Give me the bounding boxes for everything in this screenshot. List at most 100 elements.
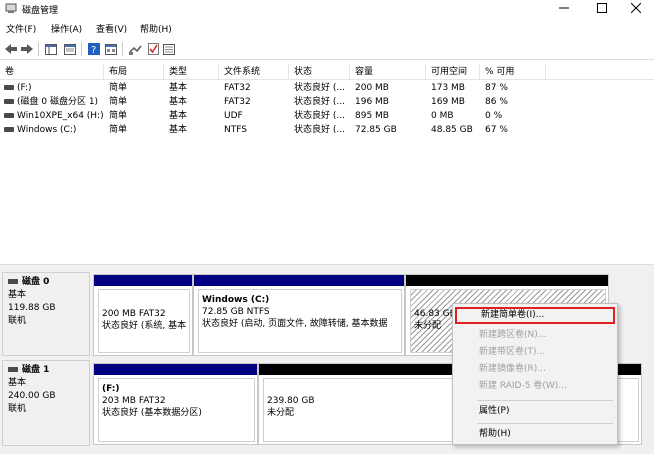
menu-new-striped-volume[interactable]: 新建带区卷(T)... bbox=[455, 344, 615, 361]
disk-type: 基本 bbox=[8, 290, 27, 300]
menu-action[interactable]: 操作(A) bbox=[51, 22, 82, 35]
partition-body: 200 MB FAT32 状态良好 (系统, 基本 bbox=[98, 289, 190, 353]
type-cell: 基本 bbox=[169, 125, 188, 135]
filesystem-cell: FAT32 bbox=[224, 97, 251, 107]
menu-new-raid5-volume[interactable]: 新建 RAID-5 卷(W)... bbox=[455, 378, 615, 395]
volume-icon bbox=[4, 99, 14, 104]
disk-size: 119.88 GB bbox=[8, 303, 56, 313]
menu-new-simple-volume[interactable]: 新建简单卷(I)... bbox=[455, 307, 615, 324]
maximize-button[interactable] bbox=[584, 0, 620, 16]
check-button[interactable] bbox=[145, 41, 161, 57]
partition-f[interactable]: (F:) 203 MB FAT32 状态良好 (基本数据分区) bbox=[93, 363, 258, 445]
volume-list: 卷 布局 类型 文件系统 状态 容量 可用空间 % 可用 (F:) 简单 基本 … bbox=[0, 64, 654, 264]
type-cell: 基本 bbox=[169, 97, 188, 107]
menu-help-item[interactable]: 帮助(H) bbox=[455, 426, 615, 443]
volume-icon bbox=[4, 113, 14, 118]
console-tree-icon bbox=[45, 43, 57, 55]
console-tree-button[interactable] bbox=[43, 41, 59, 57]
back-arrow-icon bbox=[5, 44, 17, 54]
disk-management-app-icon bbox=[5, 3, 17, 13]
back-button[interactable] bbox=[3, 41, 19, 57]
settings-icon bbox=[163, 43, 175, 55]
table-row[interactable]: Windows (C:) 简单 基本 NTFS 状态良好 (... 72.85 … bbox=[0, 123, 654, 137]
free-space-cell: 173 MB bbox=[431, 83, 465, 93]
table-row[interactable]: (F:) 简单 基本 FAT32 状态良好 (... 200 MB 173 MB… bbox=[0, 81, 654, 95]
filesystem-cell: NTFS bbox=[224, 125, 247, 135]
free-space-cell: 0 MB bbox=[431, 111, 454, 121]
disk-state: 联机 bbox=[8, 316, 27, 326]
table-row[interactable]: Win10XPE_x64 (H:) 简单 基本 UDF 状态良好 (... 89… bbox=[0, 109, 654, 123]
connect-button[interactable] bbox=[127, 41, 143, 57]
menu-file[interactable]: 文件(F) bbox=[6, 22, 36, 35]
menu-bar: 文件(F) 操作(A) 查看(V) 帮助(H) bbox=[0, 20, 654, 36]
volume-name-cell: (磁盘 0 磁盘分区 1) bbox=[4, 95, 104, 109]
volume-name-cell: (F:) bbox=[4, 81, 104, 95]
forward-arrow-icon bbox=[21, 44, 33, 54]
partition-title: (F:) bbox=[102, 384, 120, 394]
menu-new-spanned-volume[interactable]: 新建跨区卷(N)... bbox=[455, 327, 615, 344]
volume-name: Win10XPE_x64 (H:) bbox=[17, 111, 104, 121]
disk-0-label[interactable]: 磁盘 0 基本 119.88 GB 联机 bbox=[2, 272, 90, 356]
title-bar: 磁盘管理 bbox=[0, 0, 654, 18]
partition-size-fs: 200 MB FAT32 bbox=[102, 309, 166, 319]
partition-status: 状态良好 (基本数据分区) bbox=[102, 408, 202, 418]
disk-icon bbox=[8, 279, 18, 284]
column-header-capacity[interactable]: 容量 bbox=[350, 64, 426, 80]
partition-disk0-1[interactable]: 200 MB FAT32 状态良好 (系统, 基本 bbox=[93, 274, 193, 356]
partition-bar bbox=[94, 275, 192, 286]
help-button[interactable]: ? bbox=[86, 41, 102, 57]
disk-state: 联机 bbox=[8, 404, 27, 414]
disk-1-label[interactable]: 磁盘 1 基本 240.00 GB 联机 bbox=[2, 360, 90, 446]
menu-properties[interactable]: 属性(P) bbox=[455, 403, 615, 420]
column-header-filesystem[interactable]: 文件系统 bbox=[219, 64, 289, 80]
connect-icon bbox=[128, 45, 142, 55]
partition-status: 状态良好 (启动, 页面文件, 故障转储, 基本数据 bbox=[202, 319, 388, 329]
column-header-volume[interactable]: 卷 bbox=[0, 64, 104, 80]
percent-free-cell: 67 % bbox=[485, 125, 508, 135]
status-cell: 状态良好 (... bbox=[294, 111, 345, 121]
table-row[interactable]: (磁盘 0 磁盘分区 1) 简单 基本 FAT32 状态良好 (... 196 … bbox=[0, 95, 654, 109]
properties-icon bbox=[64, 43, 76, 55]
menu-separator bbox=[477, 400, 613, 401]
menu-new-mirrored-volume[interactable]: 新建镜像卷(R)... bbox=[455, 361, 615, 378]
help-icon: ? bbox=[88, 43, 100, 55]
disk-size: 240.00 GB bbox=[8, 391, 56, 401]
properties-view-button[interactable] bbox=[62, 41, 78, 57]
disk-name: 磁盘 1 bbox=[22, 365, 50, 375]
close-button[interactable] bbox=[618, 0, 654, 16]
settings-button[interactable] bbox=[161, 41, 177, 57]
volume-icon bbox=[4, 127, 14, 132]
volume-name: (磁盘 0 磁盘分区 1) bbox=[17, 97, 99, 107]
column-header-layout[interactable]: 布局 bbox=[104, 64, 164, 80]
column-header-status[interactable]: 状态 bbox=[289, 64, 350, 80]
percent-free-cell: 87 % bbox=[485, 83, 508, 93]
column-header-free-space[interactable]: 可用空间 bbox=[426, 64, 480, 80]
partition-windows-c[interactable]: Windows (C:) 72.85 GB NTFS 状态良好 (启动, 页面文… bbox=[193, 274, 405, 356]
toolbar-separator bbox=[81, 42, 82, 56]
partition-body: (F:) 203 MB FAT32 状态良好 (基本数据分区) bbox=[98, 378, 255, 442]
partition-body: Windows (C:) 72.85 GB NTFS 状态良好 (启动, 页面文… bbox=[198, 289, 402, 353]
list-view-button[interactable] bbox=[103, 41, 119, 57]
menu-separator bbox=[477, 423, 613, 424]
filesystem-cell: UDF bbox=[224, 111, 243, 121]
close-icon bbox=[631, 3, 641, 13]
capacity-cell: 200 MB bbox=[355, 83, 389, 93]
check-icon bbox=[147, 43, 159, 55]
column-header-type[interactable]: 类型 bbox=[164, 64, 219, 80]
menu-help[interactable]: 帮助(H) bbox=[140, 22, 172, 35]
menu-view[interactable]: 查看(V) bbox=[96, 22, 127, 35]
status-cell: 状态良好 (... bbox=[294, 97, 345, 107]
forward-button[interactable] bbox=[19, 41, 35, 57]
volume-name-cell: Windows (C:) bbox=[4, 123, 104, 137]
disk-name: 磁盘 0 bbox=[22, 277, 50, 287]
partition-status: 状态良好 (系统, 基本 bbox=[102, 321, 187, 331]
toolbar-separator bbox=[122, 42, 123, 56]
free-space-cell: 169 MB bbox=[431, 97, 465, 107]
list-view-icon bbox=[105, 43, 117, 55]
status-cell: 状态良好 (... bbox=[294, 83, 345, 93]
column-header-percent-free[interactable]: % 可用 bbox=[480, 64, 546, 80]
minimize-button[interactable] bbox=[546, 0, 582, 16]
partition-title: Windows (C:) bbox=[202, 295, 270, 305]
toolbar: ? bbox=[0, 38, 654, 60]
capacity-cell: 196 MB bbox=[355, 97, 389, 107]
